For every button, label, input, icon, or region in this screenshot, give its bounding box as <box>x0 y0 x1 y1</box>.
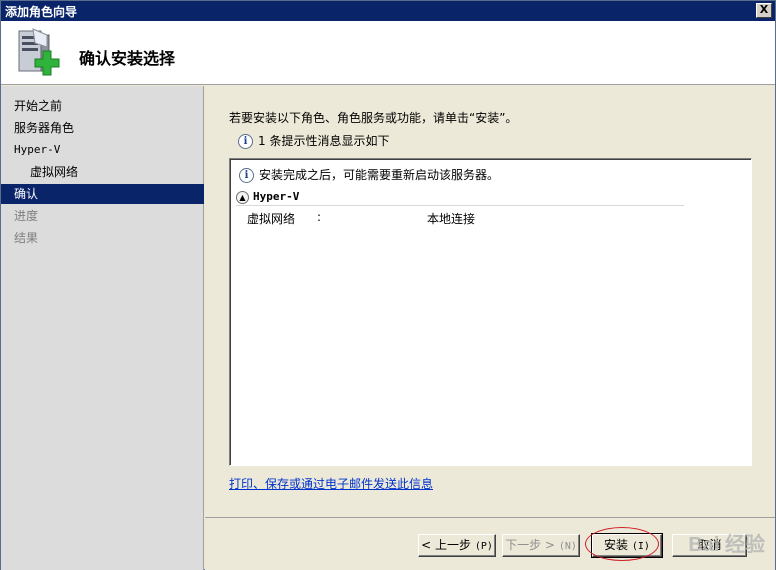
confirmation-details-box[interactable]: i 安装完成之后，可能需要重新启动该服务器。 ▲ Hyper-V 虚拟网络 : 本… <box>229 158 752 466</box>
detail-value: 本地连接 <box>427 212 476 226</box>
collapse-icon[interactable]: ▲ <box>236 191 249 204</box>
info-icon: i <box>238 134 253 149</box>
hyper-v-section-header[interactable]: ▲ Hyper-V <box>236 189 684 206</box>
watermark: Bai 经验 <box>688 534 765 556</box>
info-summary: i 1 条提示性消息显示如下 <box>238 132 389 149</box>
step-before-you-begin[interactable]: 开始之前 <box>1 96 204 116</box>
close-button[interactable]: X <box>756 3 772 18</box>
detail-separator: : <box>317 210 322 224</box>
print-save-email-link[interactable]: 打印、保存或通过电子邮件发送此信息 <box>229 475 433 492</box>
step-confirmation[interactable]: 确认 <box>1 184 204 204</box>
step-hyper-v[interactable]: Hyper-V <box>1 140 204 160</box>
info-summary-text: 1 条提示性消息显示如下 <box>258 134 390 148</box>
section-title: Hyper-V <box>253 190 300 203</box>
next-button-accel: (N) <box>558 541 577 552</box>
server-add-icon <box>18 28 60 76</box>
add-roles-wizard-window: 添加角色向导 X 确认安装选择 开始之前 服务器角色 Hyper-V 虚拟网络 … <box>0 0 776 570</box>
title-bar: 添加角色向导 X <box>1 1 775 21</box>
step-virtual-networks[interactable]: 虚拟网络 <box>1 162 204 182</box>
restart-notice-text: 安装完成之后，可能需要重新启动该服务器。 <box>259 168 500 182</box>
previous-button-accel: (P) <box>474 541 493 552</box>
next-button-label: 下一步 > <box>505 538 555 552</box>
window-title: 添加角色向导 <box>5 5 78 19</box>
step-progress: 进度 <box>14 209 39 223</box>
wizard-step-list: 开始之前 服务器角色 Hyper-V 虚拟网络 确认 进度 结果 <box>1 86 204 570</box>
info-icon: i <box>239 168 254 183</box>
restart-notice: i 安装完成之后，可能需要重新启动该服务器。 <box>239 166 499 183</box>
step-results: 结果 <box>14 231 39 245</box>
intro-text: 若要安装以下角色、角色服务或功能，请单击“安装”。 <box>229 111 518 125</box>
page-title: 确认安装选择 <box>79 49 176 68</box>
previous-button-label: < 上一步 <box>421 538 471 552</box>
wizard-header: 确认安装选择 <box>1 21 775 85</box>
previous-button[interactable]: < 上一步 (P) <box>418 534 496 557</box>
install-button-accel: (I) <box>631 541 650 552</box>
confirmation-panel: 若要安装以下角色、角色服务或功能，请单击“安装”。 i1 条提示性消息显示如下 … <box>205 86 775 516</box>
step-server-roles[interactable]: 服务器角色 <box>1 118 204 138</box>
install-button-label: 安装 <box>604 538 629 552</box>
install-button[interactable]: 安装 (I) <box>591 533 663 558</box>
detail-key: 虚拟网络 <box>247 212 296 226</box>
next-button: 下一步 > (N) <box>502 534 580 557</box>
